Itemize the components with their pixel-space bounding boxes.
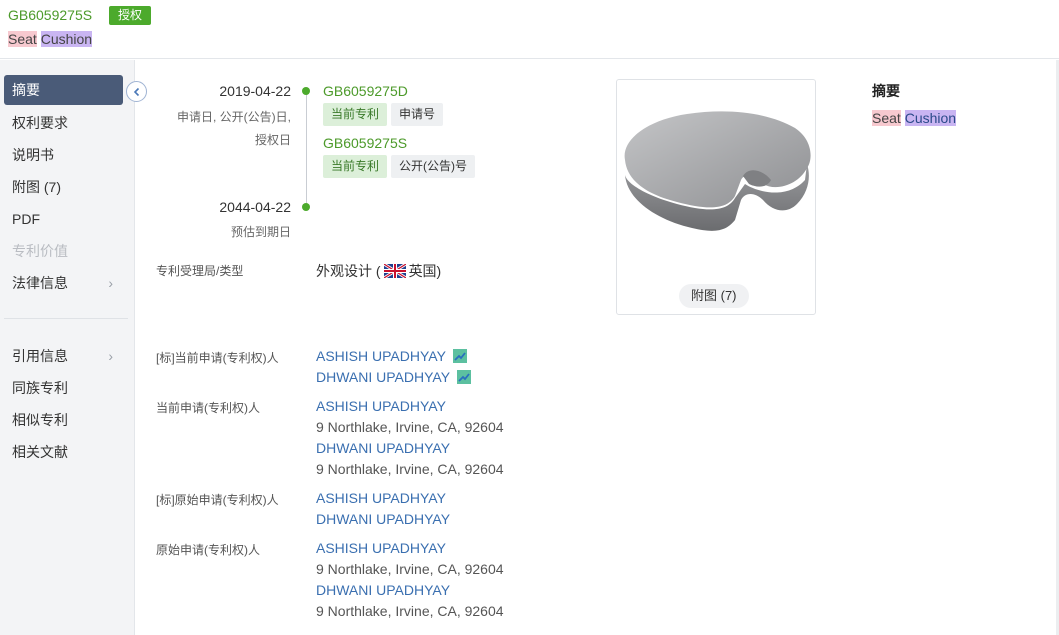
applicant-link[interactable]: DHWANI UPADHYAY bbox=[316, 511, 450, 527]
applicant-address: 9 Northlake, Irvine, CA, 92604 bbox=[316, 461, 504, 477]
office-type-label: 专利受理局/类型 bbox=[156, 264, 244, 278]
sidebar-item-abstract[interactable]: 摘要 bbox=[4, 75, 123, 105]
filing-date-caption-2: 授权日 bbox=[254, 133, 291, 147]
sidebar-item-label: 引用信息 bbox=[12, 348, 68, 364]
applicant-link[interactable]: ASHISH UPADHYAY bbox=[316, 540, 446, 556]
timeline-dot bbox=[302, 203, 310, 211]
sidebar-item-similar[interactable]: 相似专利 bbox=[4, 405, 123, 435]
chevron-right-icon: › bbox=[108, 275, 113, 291]
applicant-address: 9 Northlake, Irvine, CA, 92604 bbox=[316, 561, 504, 577]
sidebar-item-label: 法律信息 bbox=[12, 275, 68, 291]
seat-cushion-image bbox=[624, 111, 811, 231]
collapse-sidebar-button[interactable] bbox=[126, 81, 147, 102]
applicant-address: 9 Northlake, Irvine, CA, 92604 bbox=[316, 603, 504, 619]
sidebar-divider bbox=[4, 318, 128, 319]
abstract-heading: 摘要 bbox=[872, 83, 900, 99]
applicant-profile-icon[interactable] bbox=[452, 349, 467, 363]
chevron-left-icon bbox=[133, 87, 140, 97]
sidebar-item-related-docs[interactable]: 相关文献 bbox=[4, 437, 123, 467]
uk-flag-icon bbox=[383, 264, 406, 278]
applicant-link[interactable]: DHWANI UPADHYAY bbox=[316, 369, 450, 385]
timeline-dot bbox=[302, 87, 310, 95]
status-badge: 授权 bbox=[109, 6, 152, 25]
current-applicant-label: 当前申请(专利权)人 bbox=[156, 401, 260, 415]
std-original-applicant-label: [标]原始申请(专利权)人 bbox=[156, 493, 279, 507]
publication-number-tag: 公开(公告)号 bbox=[391, 155, 475, 178]
sidebar-item-legal-info[interactable]: 法律信息 › bbox=[4, 268, 123, 298]
publication-number-link[interactable]: GB6059275S bbox=[323, 135, 407, 151]
application-number[interactable]: GB6059275D bbox=[323, 83, 408, 99]
abstract-word-cushion: Cushion bbox=[904, 110, 957, 126]
country-text: 英国) bbox=[408, 263, 442, 279]
patent-title: Seat Cushion bbox=[8, 31, 93, 47]
application-number-tag: 申请号 bbox=[391, 103, 444, 126]
applicant-profile-icon[interactable] bbox=[456, 370, 471, 384]
current-patent-tag: 当前专利 bbox=[323, 103, 388, 126]
std-current-applicant-1: ASHISH UPADHYAY bbox=[316, 348, 467, 364]
abstract-text: Seat Cushion bbox=[872, 110, 957, 126]
patent-header: GB6059275S 授权 Seat Cushion bbox=[0, 0, 1059, 59]
expiry-date-caption: 预估到期日 bbox=[230, 225, 291, 239]
applicant-link[interactable]: DHWANI UPADHYAY bbox=[316, 582, 450, 598]
chevron-right-icon: › bbox=[108, 348, 113, 364]
current-patent-tag-2: 当前专利 bbox=[323, 155, 388, 178]
sidebar-item-figures[interactable]: 附图 (7) bbox=[4, 172, 123, 202]
applicant-link[interactable]: DHWANI UPADHYAY bbox=[316, 440, 450, 456]
applicant-link[interactable]: ASHISH UPADHYAY bbox=[316, 398, 446, 414]
applicant-link[interactable]: ASHISH UPADHYAY bbox=[316, 490, 446, 506]
title-word-seat: Seat bbox=[8, 31, 37, 47]
sidebar-item-family[interactable]: 同族专利 bbox=[4, 373, 123, 403]
applicant-link[interactable]: ASHISH UPADHYAY bbox=[316, 348, 446, 364]
sidebar-item-citations[interactable]: 引用信息 › bbox=[4, 341, 123, 371]
original-applicant-label: 原始申请(专利权)人 bbox=[156, 543, 260, 557]
applicant-address: 9 Northlake, Irvine, CA, 92604 bbox=[316, 419, 504, 435]
figures-button[interactable]: 附图 (7) bbox=[679, 284, 749, 308]
publication-number[interactable]: GB6059275S bbox=[8, 7, 92, 23]
timeline-line bbox=[306, 91, 307, 207]
std-current-applicant-label: [标]当前申请(专利权)人 bbox=[156, 351, 279, 365]
filing-date: 2019-04-22 bbox=[219, 83, 291, 99]
title-word-cushion: Cushion bbox=[40, 31, 93, 47]
office-type-value: 外观设计 ( 英国) bbox=[316, 261, 441, 281]
std-current-applicant-2: DHWANI UPADHYAY bbox=[316, 369, 471, 385]
abstract-word-seat: Seat bbox=[872, 110, 901, 126]
design-type-text: 外观设计 ( bbox=[316, 263, 381, 279]
figure-preview-card[interactable]: 附图 (7) bbox=[616, 79, 816, 315]
expiry-date: 2044-04-22 bbox=[219, 199, 291, 215]
filing-date-caption: 申请日, 公开(公告)日, bbox=[177, 110, 291, 124]
sidebar-item-patent-value: 专利价值 bbox=[12, 243, 68, 259]
